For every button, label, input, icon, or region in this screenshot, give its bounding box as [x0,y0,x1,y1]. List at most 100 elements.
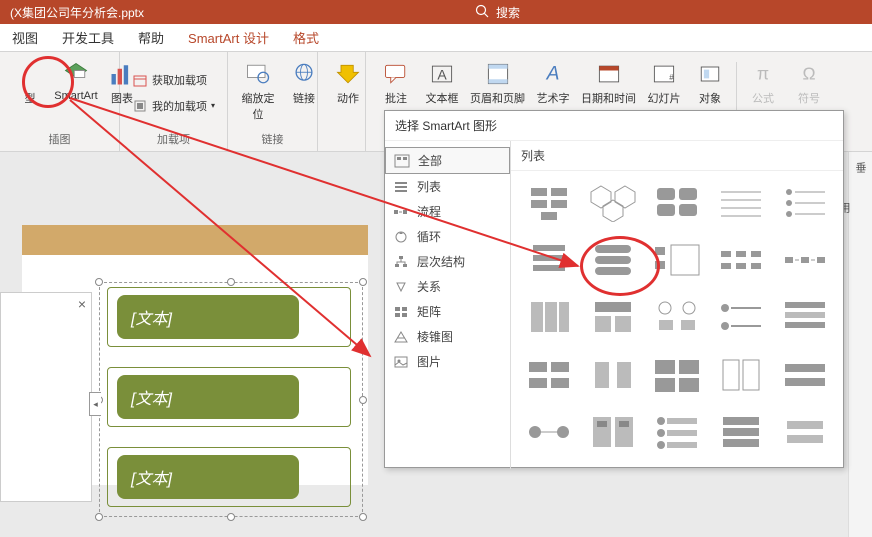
chevron-down-icon: ▾ [211,101,215,110]
layout-thumb[interactable] [713,295,769,339]
category-pyramid[interactable]: 棱锥图 [385,324,510,349]
equation-button[interactable]: π 公式 [741,56,785,108]
layout-thumb[interactable] [777,295,833,339]
group-label-illustrations: 插图 [8,129,111,149]
search-box[interactable]: 搜索 [474,3,520,22]
tab-devtools[interactable]: 开发工具 [50,24,126,51]
comment-icon [380,58,412,90]
layout-thumb[interactable] [777,353,833,397]
all-icon [394,154,410,168]
slidenumber-icon: # [648,58,680,90]
type-button[interactable]: 型 [8,56,52,108]
search-icon [474,3,490,22]
object-button[interactable]: 对象 [688,56,732,108]
group-label-links: 链接 [236,129,309,149]
zoom-icon [242,58,274,90]
category-header: 列表 [511,141,843,171]
layout-thumb[interactable] [649,353,705,397]
category-all[interactable]: 全部 [385,147,510,174]
addins-icon [132,98,148,114]
equation-icon: π [747,58,779,90]
relationship-icon [393,280,409,294]
category-hierarchy[interactable]: 层次结构 [385,249,510,274]
textbox-button[interactable]: A 文本框 [420,56,464,108]
group-label-addins: 加载项 [128,129,219,149]
comment-button[interactable]: 批注 [374,56,418,108]
layout-thumb[interactable] [521,238,577,282]
layout-thumb[interactable] [713,410,769,454]
smartart-item-2[interactable]: [文本] [117,375,299,419]
svg-text:#: # [669,73,674,82]
category-process[interactable]: 流程 [385,199,510,224]
layout-thumb[interactable] [521,295,577,339]
textbox-icon: A [426,58,458,90]
layout-thumb[interactable] [649,238,705,282]
tab-help[interactable]: 帮助 [126,24,176,51]
layout-thumb[interactable] [585,410,641,454]
layout-thumb[interactable] [521,353,577,397]
slidenumber-button[interactable]: # 幻灯片 [642,56,686,108]
tab-view[interactable]: 视图 [0,24,50,51]
headerfooter-icon [482,58,514,90]
zoom-button[interactable]: 缩放定 位 [236,56,280,124]
layout-thumb[interactable] [777,238,833,282]
category-cycle[interactable]: 循环 [385,224,510,249]
layout-thumb[interactable] [649,181,705,225]
svg-text:A: A [437,66,447,82]
store-icon [132,72,148,88]
layout-thumb[interactable] [777,181,833,225]
symbol-button[interactable]: Ω 符号 [787,56,831,108]
category-list[interactable]: 列表 [385,174,510,199]
thumbnails-pane[interactable]: × [0,292,92,502]
picture-icon [393,355,409,369]
category-relationship[interactable]: 关系 [385,274,510,299]
list-icon [393,180,409,194]
smartart-item-3[interactable]: [文本] [117,455,299,499]
svg-text:Ω: Ω [802,63,815,83]
layout-thumb[interactable] [649,295,705,339]
get-addins-button[interactable]: 获取加载项 [128,70,219,90]
category-picture[interactable]: 图片 [385,349,510,374]
layout-thumb[interactable] [585,238,641,282]
datetime-button[interactable]: 日期和时间 [577,56,640,108]
tab-smartart-design[interactable]: SmartArt 设计 [176,24,281,51]
search-placeholder: 搜索 [496,4,520,21]
layout-thumb[interactable] [521,410,577,454]
layout-thumb[interactable] [585,353,641,397]
layout-thumb[interactable] [713,181,769,225]
datetime-icon [593,58,625,90]
layout-thumb[interactable] [521,181,577,225]
layout-thumb[interactable] [585,181,641,225]
hierarchy-icon [393,255,409,269]
type-icon [14,58,46,90]
wordart-button[interactable]: A 艺术字 [531,56,575,108]
close-icon[interactable]: × [78,296,86,312]
pyramid-icon [393,330,409,344]
layout-thumb[interactable] [585,295,641,339]
title-bar: (X集团公司年分析会.pptx 搜索 [0,0,872,24]
smartart-object[interactable]: ◂ [文本] [文本] [文本] [99,282,363,517]
svg-text:π: π [757,63,769,83]
wordart-icon: A [537,58,569,90]
layout-thumb[interactable] [713,238,769,282]
ribbon-tabs: 视图 开发工具 帮助 SmartArt 设计 格式 [0,24,872,52]
my-addins-button[interactable]: 我的加载项 ▾ [128,96,219,116]
layout-thumb[interactable] [777,410,833,454]
smartart-item-1[interactable]: [文本] [117,295,299,339]
layout-thumb[interactable] [713,353,769,397]
symbol-icon: Ω [793,58,825,90]
dialog-title: 选择 SmartArt 图形 [385,111,843,141]
category-matrix[interactable]: 矩阵 [385,299,510,324]
tab-format[interactable]: 格式 [281,24,331,51]
process-icon [393,205,409,219]
layout-thumb[interactable] [649,410,705,454]
headerfooter-button[interactable]: 页眉和页脚 [466,56,529,108]
document-filename: (X集团公司年分析会.pptx [10,4,144,21]
action-button[interactable]: 动作 [326,56,370,108]
layout-gallery [511,171,843,469]
matrix-icon [393,305,409,319]
layout-description-pane: 垂 用 级 息 [848,152,872,537]
smartart-button[interactable]: SmartArt [54,56,98,104]
link-icon [288,58,320,90]
expand-text-pane-icon[interactable]: ◂ [89,392,101,416]
